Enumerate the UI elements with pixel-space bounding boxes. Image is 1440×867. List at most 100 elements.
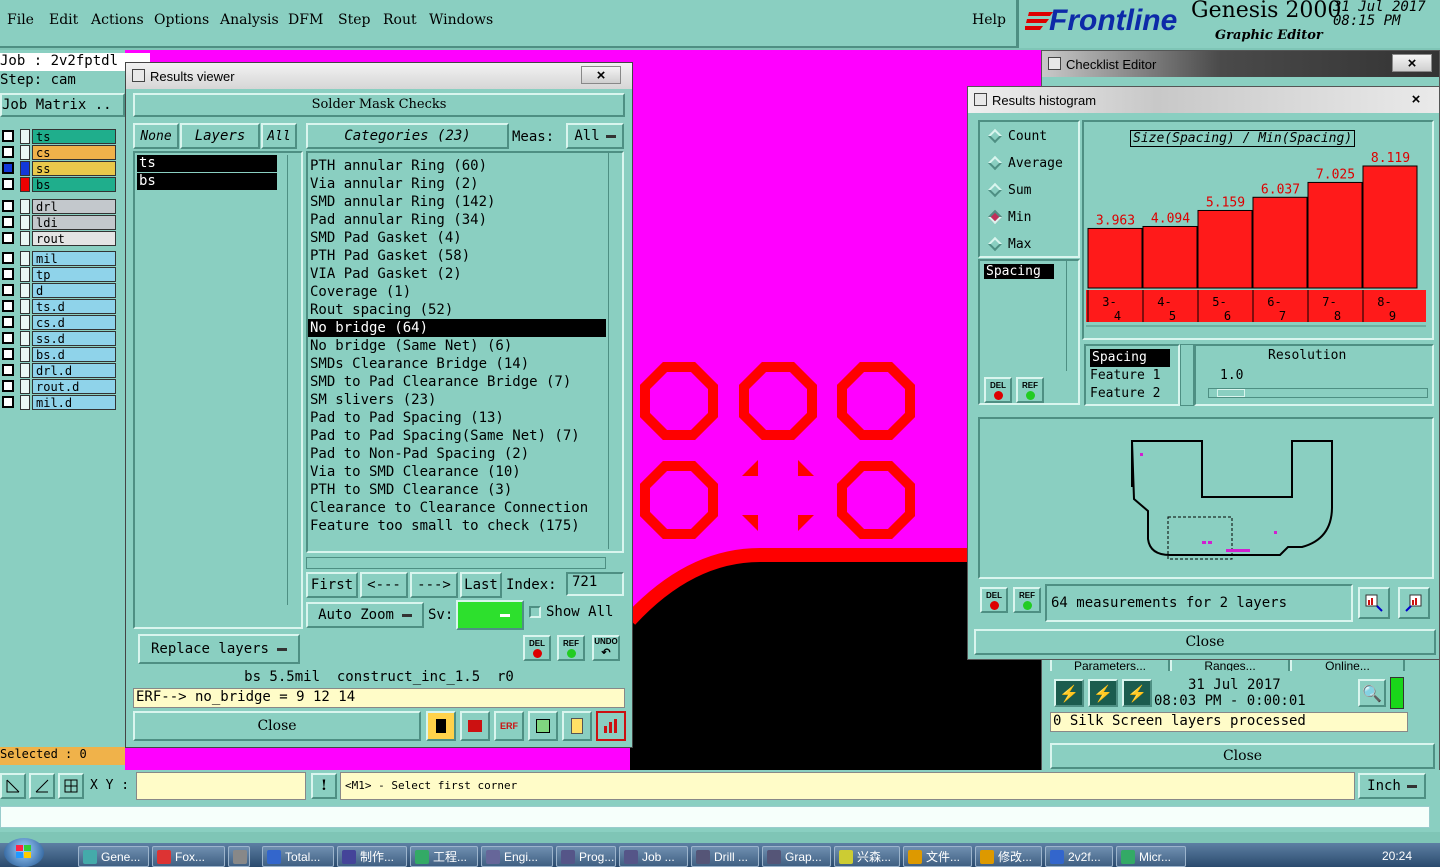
category-item[interactable]: SMD Pad Gasket (4) [308, 229, 606, 247]
category-item[interactable]: Pad to Pad Spacing (13) [308, 409, 606, 427]
layer-row-rout[interactable]: rout [0, 230, 116, 246]
category-item[interactable]: PTH annular Ring (60) [308, 157, 606, 175]
last-button[interactable]: Last [460, 572, 502, 598]
del-button[interactable]: DEL [523, 635, 551, 661]
layer-row-cs.d[interactable]: cs.d [0, 314, 116, 330]
histogram-tool-icon[interactable] [596, 711, 626, 741]
preview-del-button[interactable]: DEL [980, 587, 1008, 613]
close-icon[interactable]: × [581, 66, 621, 84]
category-item[interactable]: Pad to Non-Pad Spacing (2) [308, 445, 606, 463]
layer-checkbox[interactable] [2, 162, 14, 174]
taskbar-button[interactable]: Drill ... [691, 846, 759, 867]
layer-checkbox[interactable] [2, 300, 14, 312]
histogram-bar[interactable] [1197, 209, 1253, 289]
taskbar-button[interactable]: Prog... [556, 846, 616, 867]
layer-checkbox[interactable] [2, 216, 14, 228]
taskbar-button[interactable]: 制作... [337, 846, 407, 867]
layer-checkbox[interactable] [2, 130, 14, 142]
next-button[interactable]: ---> [410, 572, 458, 598]
category-item[interactable]: Feature too small to check (175) [308, 517, 606, 535]
category-item[interactable]: No bridge (Same Net) (6) [308, 337, 606, 355]
category-item[interactable]: PTH Pad Gasket (58) [308, 247, 606, 265]
menu-help[interactable]: Help [972, 12, 1006, 28]
menu-item-analysis[interactable]: Analysis [220, 12, 279, 28]
layer-checkbox[interactable] [2, 146, 14, 158]
layer-checkbox[interactable] [2, 380, 14, 392]
category-item[interactable]: Pad annular Ring (34) [308, 211, 606, 229]
histogram-bar[interactable] [1252, 196, 1308, 289]
categories-header[interactable]: Categories (23) [306, 123, 509, 149]
layer-row-bs[interactable]: bs [0, 176, 116, 192]
tab-layers[interactable]: Layers [180, 123, 260, 149]
taskbar-button[interactable]: Micr... [1116, 846, 1186, 867]
layer-checkbox[interactable] [2, 316, 14, 328]
taskbar-button[interactable]: 2v2f... [1045, 846, 1113, 867]
hist-del-button[interactable]: DEL [984, 377, 1012, 403]
highlight-tool-icon[interactable] [460, 711, 490, 741]
layer-checkbox[interactable] [2, 268, 14, 280]
layer-checkbox[interactable] [2, 364, 14, 376]
taskbar-button[interactable]: Engi... [481, 846, 553, 867]
layer-checkbox[interactable] [2, 396, 14, 408]
layer-checkbox[interactable] [2, 332, 14, 344]
taskbar-button[interactable]: 修改... [975, 846, 1042, 867]
category-item[interactable]: Rout spacing (52) [308, 301, 606, 319]
export-chart-icon[interactable] [1358, 587, 1390, 619]
layer-checkbox[interactable] [2, 348, 14, 360]
measure-tool-icon[interactable] [29, 773, 55, 799]
layer-row-ts.d[interactable]: ts.d [0, 298, 116, 314]
histogram-bar[interactable] [1142, 225, 1198, 289]
histogram-bar[interactable] [1087, 227, 1143, 289]
category-item[interactable]: No bridge (64) [308, 319, 606, 337]
tab-none[interactable]: None [133, 123, 179, 149]
mode-sum[interactable]: Sum [986, 179, 1031, 201]
layer-row-mil[interactable]: mil [0, 250, 116, 266]
preview-ref-button[interactable]: REF [1013, 587, 1041, 613]
meas-select[interactable]: All [566, 123, 624, 149]
menu-item-actions[interactable]: Actions [91, 12, 144, 28]
layer-row-cs[interactable]: cs [0, 144, 116, 160]
category-item[interactable]: Via to SMD Clearance (10) [308, 463, 606, 481]
mode-max[interactable]: Max [986, 233, 1031, 255]
taskbar-button[interactable]: Fox... [152, 846, 225, 867]
vertical-scrollbar[interactable] [287, 155, 299, 605]
checklist-close-button[interactable]: Close [1050, 743, 1435, 769]
prev-button[interactable]: <--- [360, 572, 408, 598]
auto-zoom-select[interactable]: Auto Zoom [306, 602, 424, 628]
results-viewer-titlebar[interactable]: Results viewer [126, 63, 632, 89]
replace-layers-select[interactable]: Replace layers [138, 634, 300, 664]
result-layer-item[interactable]: ts [137, 155, 277, 172]
sv-color-select[interactable] [456, 600, 524, 630]
layer-row-ss.d[interactable]: ss.d [0, 330, 116, 346]
category-item[interactable]: SMD to Pad Clearance Bridge (7) [308, 373, 606, 391]
checklist-editor-titlebar[interactable]: Checklist Editor [1042, 51, 1439, 77]
menu-item-options[interactable]: Options [154, 12, 209, 28]
zoom-icon[interactable]: 🔍 [1358, 679, 1386, 707]
layer-row-tp[interactable]: tp [0, 266, 116, 282]
res-list-item[interactable]: Feature 1 [1090, 367, 1170, 385]
histogram-bar[interactable] [1362, 165, 1418, 289]
stop-icon[interactable]: ⚡ [1122, 679, 1152, 707]
warning-icon[interactable]: ! [311, 773, 337, 799]
run-icon[interactable]: ⚡ [1054, 679, 1084, 707]
taskbar-button[interactable]: 文件... [903, 846, 972, 867]
menu-item-step[interactable]: Step [338, 12, 370, 28]
category-item[interactable]: SM slivers (23) [308, 391, 606, 409]
layer-checkbox[interactable] [2, 284, 14, 296]
res-list-item[interactable]: Spacing [1090, 349, 1170, 367]
res-list-item[interactable]: Feature 2 [1090, 385, 1170, 403]
layer-row-ts[interactable]: ts [0, 128, 116, 144]
category-item[interactable]: Coverage (1) [308, 283, 606, 301]
histogram-bar[interactable] [1307, 181, 1363, 289]
taskbar-button[interactable]: 工程... [410, 846, 478, 867]
category-item[interactable]: Pad to Pad Spacing(Same Net) (7) [308, 427, 606, 445]
layer-row-drl.d[interactable]: drl.d [0, 362, 116, 378]
layer-row-bs.d[interactable]: bs.d [0, 346, 116, 362]
category-item[interactable]: VIA Pad Gasket (2) [308, 265, 606, 283]
vertical-scrollbar[interactable] [608, 153, 622, 549]
erf-tool-icon[interactable]: ERF [494, 711, 524, 741]
menu-item-dfm[interactable]: DFM [288, 12, 323, 28]
measure-item[interactable]: Spacing [984, 264, 1054, 279]
histogram-close-button[interactable]: Close [974, 629, 1436, 655]
category-item[interactable]: Via annular Ring (2) [308, 175, 606, 193]
